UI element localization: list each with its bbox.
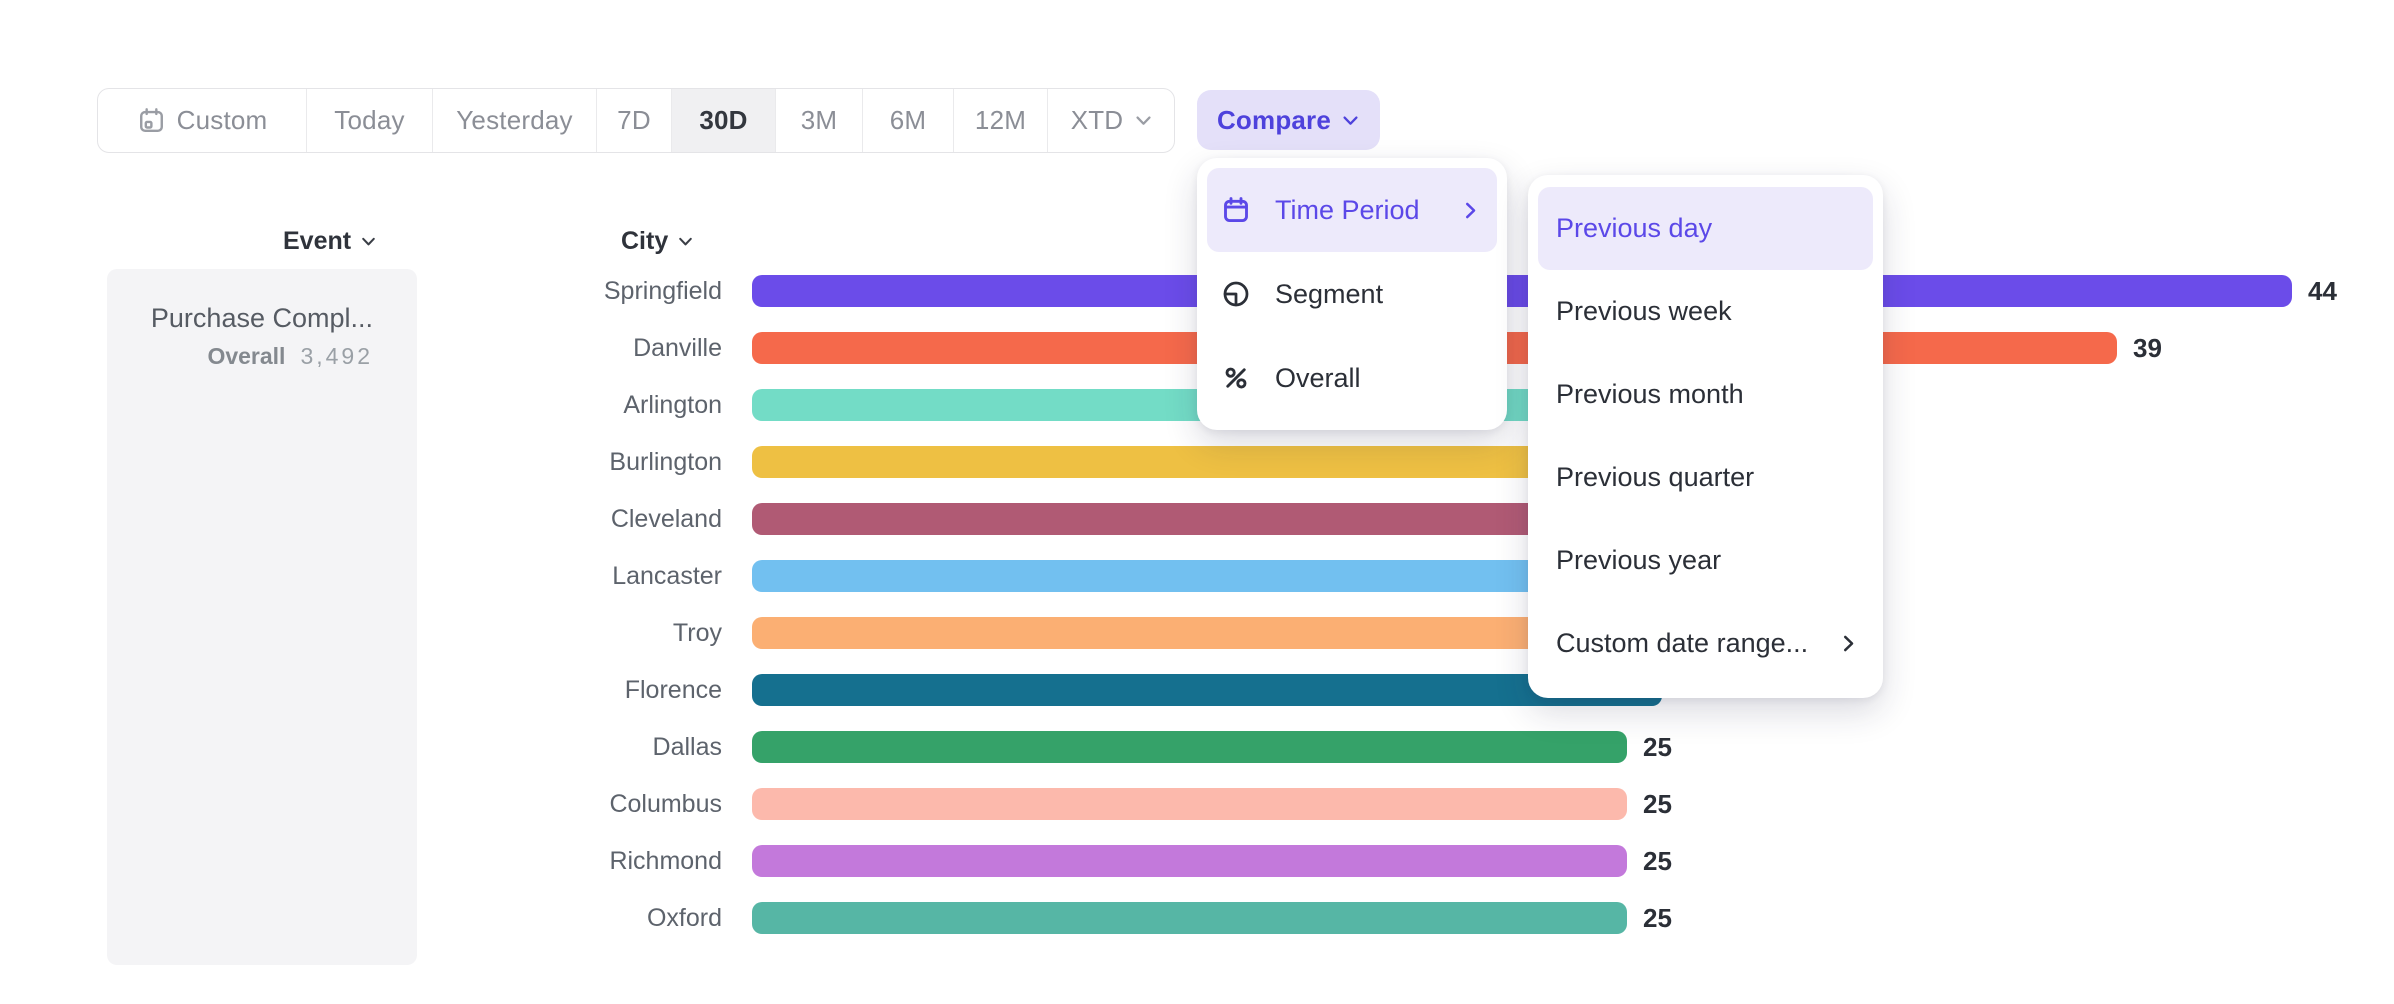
insights-report-canvas: Custom Today Yesterday 7D 30D 3M 6M 12M XTD Comp… [0,0,2394,1004]
compare-button[interactable]: Compare [1197,90,1380,150]
menu-item-previous-quarter[interactable]: Previous quarter [1538,436,1873,519]
bar-category-label-richmond: Richmond [430,845,722,877]
date-range-toolbar: Custom Today Yesterday 7D 30D 3M 6M 12M XTD [97,88,1175,153]
date-range-button-label: 3M [801,105,838,136]
bar-category-label-arlington: Arlington [430,389,722,421]
menu-item-label: Segment [1275,279,1383,310]
bar-category-label-troy: Troy [430,617,722,649]
bar-category-label-dallas: Dallas [430,731,722,763]
date-range-button-yesterday[interactable]: Yesterday [432,89,596,152]
segment-pie-icon [1221,279,1251,309]
bar-value-label-dallas: 25 [1643,731,1672,763]
menu-item-label: Previous quarter [1556,462,1754,493]
event-column-header[interactable]: Event [283,223,377,259]
menu-item-previous-year[interactable]: Previous year [1538,519,1873,602]
calendar-icon [137,106,166,135]
date-range-button-30d[interactable]: 30D [671,89,775,152]
date-range-button-custom[interactable]: Custom [98,89,306,152]
date-range-button-label: 6M [890,105,927,136]
date-range-button-label: 7D [617,105,651,136]
bar-value-label-richmond: 25 [1643,845,1672,877]
date-range-button-12m[interactable]: 12M [953,89,1047,152]
compare-dropdown-menu: Time Period Segment Overall [1197,158,1507,430]
menu-item-label: Overall [1275,363,1361,394]
date-range-button-label: Custom [177,105,268,136]
bar-category-label-oxford: Oxford [430,902,722,934]
date-range-button-label: 30D [699,105,747,136]
date-range-button-3m[interactable]: 3M [775,89,862,152]
bar-value-label-oxford: 25 [1643,902,1672,934]
date-range-button-xtd[interactable]: XTD [1047,89,1175,152]
bar-category-label-florence: Florence [430,674,722,706]
chevron-down-icon [360,233,377,250]
menu-item-previous-day[interactable]: Previous day [1538,187,1873,270]
chevron-right-icon [1460,200,1481,221]
bar-category-label-lancaster: Lancaster [430,560,722,592]
menu-item-label: Previous week [1556,296,1732,327]
bar-richmond[interactable] [752,845,1627,877]
date-range-button-7d[interactable]: 7D [596,89,671,152]
menu-item-time-period[interactable]: Time Period [1207,168,1497,252]
menu-item-previous-week[interactable]: Previous week [1538,270,1873,353]
date-range-button-label: Yesterday [456,105,572,136]
menu-item-previous-month[interactable]: Previous month [1538,353,1873,436]
compare-button-label: Compare [1217,105,1331,136]
bar-dallas[interactable] [752,731,1627,763]
event-column-header-label: Event [283,227,351,256]
city-column-header[interactable]: City [621,223,694,259]
bar-category-label-danville: Danville [430,332,722,364]
time-period-submenu: Previous day Previous week Previous month P… [1528,175,1883,698]
percent-icon [1221,363,1251,393]
date-range-button-6m[interactable]: 6M [862,89,953,152]
menu-item-label: Time Period [1275,195,1420,226]
date-range-button-today[interactable]: Today [306,89,432,152]
chevron-down-icon [677,233,694,250]
city-column-header-label: City [621,227,668,256]
bar-oxford[interactable] [752,902,1627,934]
bar-florence[interactable] [752,674,1662,706]
menu-item-label: Previous month [1556,379,1744,410]
bar-value-label-danville: 39 [2133,332,2162,364]
date-range-button-label: XTD [1071,105,1124,136]
calendar-icon [1221,195,1251,225]
menu-item-label: Previous year [1556,545,1721,576]
menu-item-segment[interactable]: Segment [1207,252,1497,336]
bar-category-label-columbus: Columbus [430,788,722,820]
date-range-button-label: Today [334,105,404,136]
date-range-button-label: 12M [975,105,1026,136]
bar-category-label-burlington: Burlington [430,446,722,478]
menu-item-label: Previous day [1556,213,1712,244]
bar-value-label-columbus: 25 [1643,788,1672,820]
menu-item-custom-date-range[interactable]: Custom date range... [1538,602,1873,685]
bar-columbus[interactable] [752,788,1627,820]
bar-value-label-springfield: 44 [2308,275,2337,307]
menu-item-label: Custom date range... [1556,628,1808,659]
bar-category-label-springfield: Springfield [430,275,722,307]
chevron-right-icon [1838,633,1859,654]
menu-item-overall[interactable]: Overall [1207,336,1497,420]
bar-springfield[interactable] [752,275,2292,307]
chevron-down-icon [1341,111,1360,130]
chevron-down-icon [1134,111,1153,130]
bar-category-label-cleveland: Cleveland [430,503,722,535]
